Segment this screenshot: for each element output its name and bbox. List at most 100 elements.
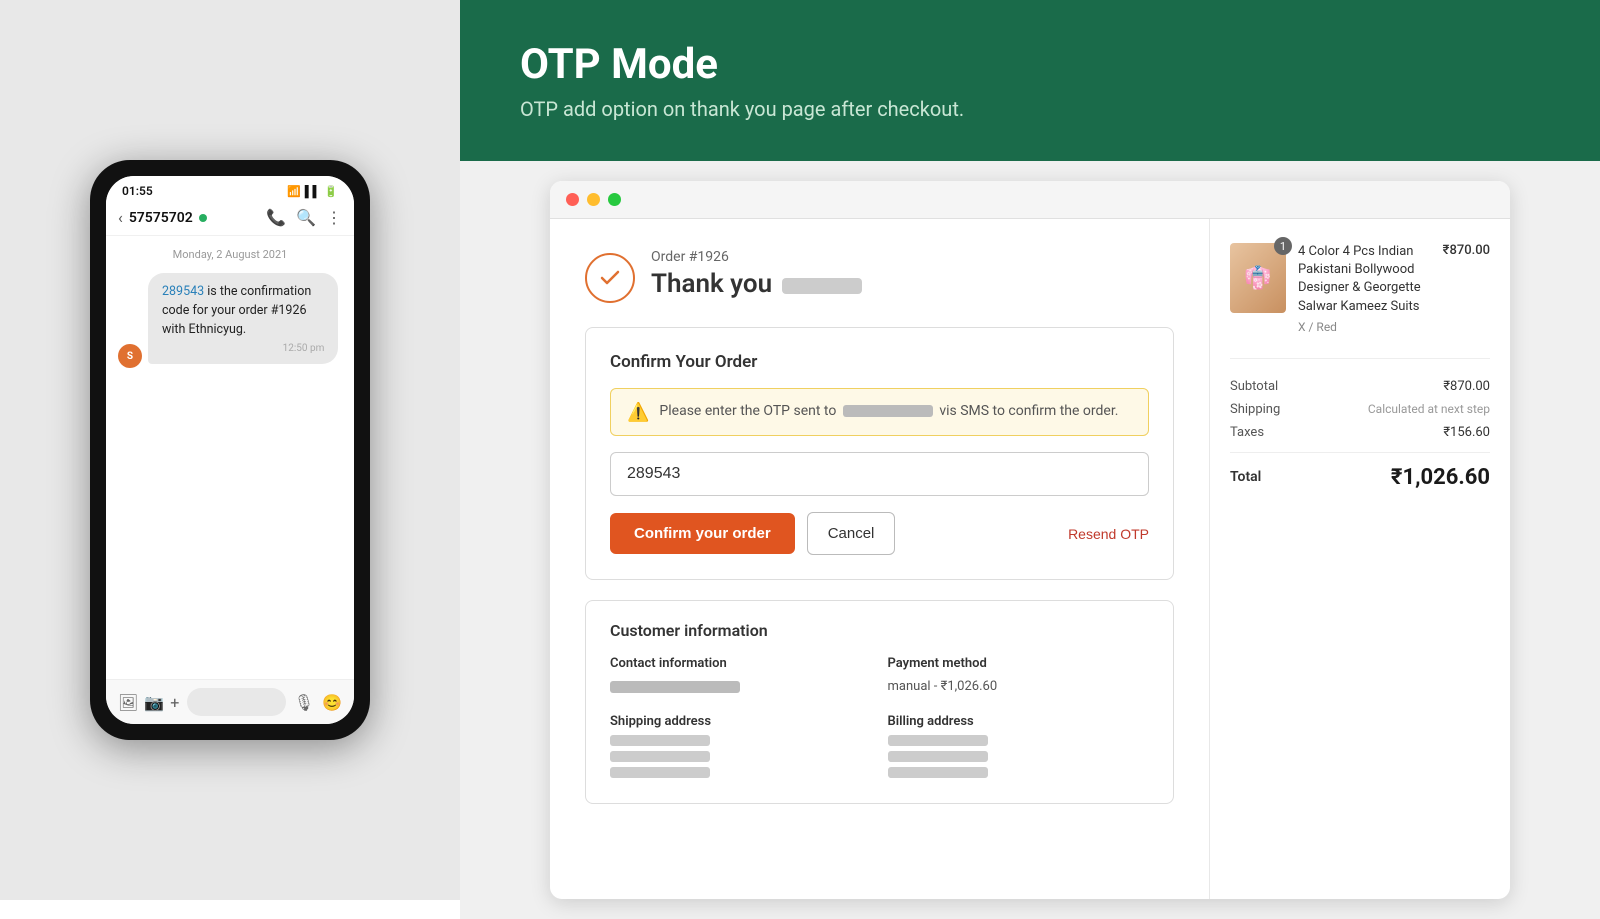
right-panel: OTP Mode OTP add option on thank you pag… bbox=[460, 0, 1600, 900]
camera-icon[interactable]: 📷 bbox=[144, 693, 164, 712]
product-name: 4 Color 4 Pcs Indian Pakistani Bollywood… bbox=[1298, 243, 1431, 316]
total-label: Total bbox=[1230, 469, 1261, 485]
shipping-address-value bbox=[610, 735, 872, 778]
sms-timestamp: 12:50 pm bbox=[162, 343, 324, 354]
signal-icon: ▌▌ bbox=[305, 185, 321, 198]
billing-line1-blurred bbox=[888, 735, 988, 746]
cancel-button[interactable]: Cancel bbox=[807, 512, 896, 555]
confirm-order-button[interactable]: Confirm your order bbox=[610, 513, 795, 554]
sms-content: 289543 is the confirmation code for your… bbox=[162, 283, 324, 339]
warning-banner: ⚠️ Please enter the OTP sent to vis SMS … bbox=[610, 388, 1149, 436]
phone-status-bar: 01:55 📶 ▌▌ 🔋 bbox=[106, 176, 354, 202]
customer-info-title: Customer information bbox=[610, 621, 1149, 640]
order-sidebar: 👘 1 4 Color 4 Pcs Indian Pakistani Bolly… bbox=[1210, 219, 1510, 899]
sms-bubble: 289543 is the confirmation code for your… bbox=[148, 273, 338, 364]
product-image-wrap: 👘 1 bbox=[1230, 243, 1286, 313]
phone-screen: 01:55 📶 ▌▌ 🔋 ‹ 57575702 📞 🔍 ⋮ bbox=[106, 176, 354, 724]
shipping-line1-blurred bbox=[610, 735, 710, 746]
left-panel: 01:55 📶 ▌▌ 🔋 ‹ 57575702 📞 🔍 ⋮ bbox=[0, 0, 460, 900]
search-icon[interactable]: 🔍 bbox=[296, 208, 316, 227]
voice-icon[interactable]: 🎙 bbox=[294, 693, 314, 712]
product-price: ₹870.00 bbox=[1443, 243, 1490, 338]
status-icons: 📶 ▌▌ 🔋 bbox=[287, 185, 338, 198]
action-row: Confirm your order Cancel Resend OTP bbox=[610, 512, 1149, 555]
thank-you-heading: Thank you bbox=[651, 269, 862, 299]
subtotal-label: Subtotal bbox=[1230, 379, 1278, 394]
confirm-box-title: Confirm Your Order bbox=[610, 352, 1149, 372]
wifi-icon: 📶 bbox=[287, 185, 301, 198]
online-dot bbox=[199, 214, 207, 222]
window-maximize-dot[interactable] bbox=[608, 193, 621, 206]
phone-time: 01:55 bbox=[122, 184, 153, 198]
billing-address-label: Billing address bbox=[888, 714, 1150, 729]
info-grid: Contact information Payment method manua… bbox=[610, 656, 1149, 783]
phone-input-bar: 🖼 📷 + 🎙 😊 bbox=[106, 679, 354, 724]
contact-name: 57575702 bbox=[129, 210, 193, 226]
order-title-block: Order #1926 Thank you bbox=[651, 249, 862, 299]
product-details: 4 Color 4 Pcs Indian Pakistani Bollywood… bbox=[1298, 243, 1431, 338]
shipping-line3-blurred bbox=[610, 767, 710, 778]
payment-method-value: manual - ₹1,026.60 bbox=[888, 677, 1150, 698]
billing-line2-blurred bbox=[888, 751, 988, 762]
contact-info-section: Contact information bbox=[610, 656, 872, 698]
otp-code-link[interactable]: 289543 bbox=[162, 284, 204, 299]
phone-text-input[interactable] bbox=[187, 688, 285, 716]
product-row: 👘 1 4 Color 4 Pcs Indian Pakistani Bolly… bbox=[1230, 243, 1490, 359]
call-icon[interactable]: 📞 bbox=[266, 208, 286, 227]
page-title: OTP Mode bbox=[520, 40, 1540, 89]
billing-address-section: Billing address bbox=[888, 714, 1150, 783]
sender-avatar: S bbox=[118, 344, 142, 368]
customer-information-box: Customer information Contact information… bbox=[585, 600, 1174, 804]
otp-input[interactable] bbox=[610, 452, 1149, 496]
quantity-badge: 1 bbox=[1274, 237, 1292, 255]
total-row: Total ₹1,026.60 bbox=[1230, 452, 1490, 490]
checkout-main: Order #1926 Thank you Confirm Your Order… bbox=[550, 219, 1210, 899]
warning-text: Please enter the OTP sent to vis SMS to … bbox=[659, 401, 1118, 422]
warning-icon: ⚠️ bbox=[627, 402, 649, 423]
plus-icon[interactable]: + bbox=[170, 693, 179, 712]
taxes-value: ₹156.60 bbox=[1443, 425, 1490, 440]
warning-prefix: Please enter the OTP sent to bbox=[659, 403, 836, 419]
phone-nav-actions: 📞 🔍 ⋮ bbox=[266, 208, 342, 227]
phone-input-icons: 🖼 📷 + bbox=[118, 693, 179, 712]
photo-icon[interactable]: 🖼 bbox=[118, 693, 138, 712]
message-row: S 289543 is the confirmation code for yo… bbox=[118, 273, 342, 368]
billing-line3-blurred bbox=[888, 767, 988, 778]
order-number: Order #1926 bbox=[651, 249, 862, 265]
emoji-icon[interactable]: 😊 bbox=[322, 693, 342, 712]
subtotal-row: Subtotal ₹870.00 bbox=[1230, 379, 1490, 394]
back-icon[interactable]: ‹ bbox=[118, 208, 123, 227]
email-blurred bbox=[610, 681, 740, 693]
check-circle bbox=[585, 253, 635, 303]
browser-titlebar bbox=[550, 181, 1510, 219]
browser-window: Order #1926 Thank you Confirm Your Order… bbox=[550, 181, 1510, 899]
window-minimize-dot[interactable] bbox=[587, 193, 600, 206]
shipping-label: Shipping bbox=[1230, 402, 1280, 417]
product-variant: X / Red bbox=[1298, 320, 1431, 334]
date-label: Monday, 2 August 2021 bbox=[118, 248, 342, 261]
customer-name-blurred bbox=[782, 278, 862, 294]
more-icon[interactable]: ⋮ bbox=[326, 208, 342, 227]
phone-messages: Monday, 2 August 2021 S 289543 is the co… bbox=[106, 236, 354, 679]
payment-method-section: Payment method manual - ₹1,026.60 bbox=[888, 656, 1150, 698]
window-close-dot[interactable] bbox=[566, 193, 579, 206]
payment-method-label: Payment method bbox=[888, 656, 1150, 671]
page-subtitle: OTP add option on thank you page after c… bbox=[520, 97, 1540, 121]
browser-content: Order #1926 Thank you Confirm Your Order… bbox=[460, 161, 1600, 919]
thank-you-text: Thank you bbox=[651, 269, 772, 299]
phone-number-blurred bbox=[843, 405, 933, 417]
taxes-row: Taxes ₹156.60 bbox=[1230, 425, 1490, 440]
phone-nav-left: ‹ 57575702 bbox=[118, 208, 207, 227]
phone-nav: ‹ 57575702 📞 🔍 ⋮ bbox=[106, 202, 354, 236]
browser-body: Order #1926 Thank you Confirm Your Order… bbox=[550, 219, 1510, 899]
shipping-address-label: Shipping address bbox=[610, 714, 872, 729]
order-header: Order #1926 Thank you bbox=[585, 249, 1174, 303]
warning-suffix: vis SMS to confirm the order. bbox=[939, 403, 1118, 419]
battery-icon: 🔋 bbox=[324, 185, 338, 198]
phone-mockup: 01:55 📶 ▌▌ 🔋 ‹ 57575702 📞 🔍 ⋮ bbox=[90, 160, 370, 740]
contact-info-value bbox=[610, 677, 872, 698]
resend-otp-button[interactable]: Resend OTP bbox=[1068, 526, 1149, 542]
taxes-label: Taxes bbox=[1230, 425, 1264, 440]
subtotal-value: ₹870.00 bbox=[1443, 379, 1490, 394]
total-value: ₹1,026.60 bbox=[1391, 465, 1490, 490]
